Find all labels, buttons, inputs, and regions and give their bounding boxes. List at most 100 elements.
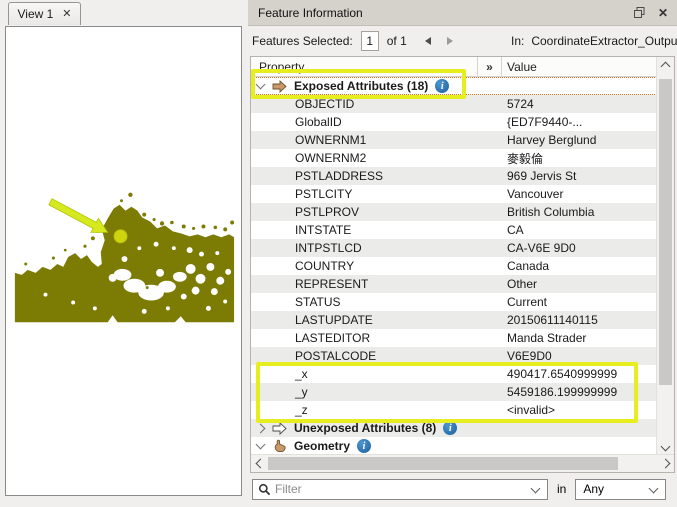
property-name: _x (251, 367, 502, 381)
scroll-right-icon[interactable] (659, 456, 674, 471)
map-view-canvas[interactable] (5, 26, 242, 496)
property-value: Canada (502, 259, 657, 273)
property-value: 麥毅倫 (502, 150, 657, 167)
in-label: In: (511, 34, 524, 48)
exposed-attributes-icon (272, 79, 287, 94)
scope-dropdown-chevron-icon[interactable] (649, 483, 659, 493)
property-name: OWNERNM2 (251, 151, 502, 165)
close-panel-button[interactable]: ✕ (653, 3, 673, 22)
float-panel-button[interactable] (629, 3, 649, 22)
property-name: REPRESENT (251, 277, 502, 291)
application-window: View 1 ✕ (0, 0, 677, 507)
property-column-header[interactable]: Property (251, 57, 478, 76)
feature-type-name: CoordinateExtractor_Output (531, 34, 677, 48)
vertical-scrollbar[interactable] (656, 57, 674, 455)
expand-chevron-icon[interactable] (256, 423, 266, 433)
previous-feature-icon[interactable] (425, 37, 431, 45)
filter-dropdown-chevron-icon[interactable] (531, 483, 541, 493)
more-columns-icon[interactable]: » (478, 57, 502, 76)
info-icon[interactable]: i (357, 439, 371, 453)
property-name: OBJECTID (251, 97, 502, 111)
group-label: Exposed Attributes (18) (294, 79, 428, 93)
feature-information-panel: Feature Information ✕ Features Selected:… (248, 0, 677, 507)
property-value: Vancouver (502, 187, 657, 201)
property-value: V6E9D0 (502, 349, 657, 363)
attribute-row[interactable]: GlobalID{ED7F9440-... (251, 113, 657, 131)
property-name: INTSTATE (251, 223, 502, 237)
attribute-row[interactable]: _x490417.6540999999 (251, 365, 657, 383)
vertical-scrollbar-thumb[interactable] (659, 79, 672, 385)
property-value: 969 Jervis St (502, 169, 657, 183)
property-value: Manda Strader (502, 331, 657, 345)
unexposed-attributes-icon (272, 421, 287, 436)
features-selected-label: Features Selected: (252, 34, 353, 48)
attribute-row[interactable]: _y5459186.199999999 (251, 383, 657, 401)
attribute-row[interactable]: PSTLPROVBritish Columbia (251, 203, 657, 221)
property-name: PSTLCITY (251, 187, 502, 201)
tree-rows: Exposed Attributes (18)iOBJECTID5724Glob… (251, 77, 657, 455)
feature-selection-toolbar: Features Selected: 1 of 1 In: Coordinate… (248, 26, 677, 55)
attribute-row[interactable]: STATUSCurrent (251, 293, 657, 311)
collapse-chevron-icon[interactable] (256, 80, 266, 90)
attribute-row[interactable]: LASTEDITORManda Strader (251, 329, 657, 347)
value-column-header[interactable]: Value (502, 60, 657, 74)
property-value: British Columbia (502, 205, 657, 219)
tab-view-1-label: View 1 (17, 7, 53, 21)
attribute-row[interactable]: OWNERNM1Harvey Berglund (251, 131, 657, 149)
scroll-down-icon[interactable] (658, 440, 673, 455)
info-icon[interactable]: i (435, 79, 449, 93)
search-icon (258, 483, 271, 496)
property-table: Property » Value Exposed Attributes (18)… (250, 56, 675, 473)
property-name: PSTLADDRESS (251, 169, 502, 183)
horizontal-scrollbar-thumb[interactable] (268, 457, 618, 470)
tab-close-icon[interactable]: ✕ (62, 9, 71, 20)
property-value: 20150611140115 (502, 313, 657, 327)
attribute-row[interactable]: OWNERNM2麥毅倫 (251, 149, 657, 167)
attribute-row[interactable]: INTPSTLCDCA-V6E 9D0 (251, 239, 657, 257)
scroll-up-icon[interactable] (658, 57, 673, 72)
property-value: CA (502, 223, 657, 237)
collapse-chevron-icon[interactable] (256, 440, 266, 450)
info-icon[interactable]: i (443, 421, 457, 435)
property-table-content: Property » Value Exposed Attributes (18)… (251, 57, 657, 455)
filter-combobox[interactable] (252, 479, 548, 500)
property-value: {ED7F9440-... (502, 115, 657, 129)
selected-feature-marker[interactable] (114, 230, 127, 243)
group-label: Geometry (294, 439, 350, 453)
attribute-row[interactable]: LASTUPDATE20150611140115 (251, 311, 657, 329)
attribute-row[interactable]: _z<invalid> (251, 401, 657, 419)
property-name: LASTUPDATE (251, 313, 502, 327)
attribute-row[interactable]: POSTALCODEV6E9D0 (251, 347, 657, 365)
table-header-row: Property » Value (251, 57, 657, 77)
annotation-arrow-icon (49, 199, 108, 233)
next-feature-icon[interactable] (447, 37, 453, 45)
feature-index-input[interactable]: 1 (361, 31, 379, 51)
tab-view-1[interactable]: View 1 ✕ (8, 2, 81, 25)
property-value: Current (502, 295, 657, 309)
attribute-row[interactable]: REPRESENTOther (251, 275, 657, 293)
attribute-row[interactable]: PSTLCITYVancouver (251, 185, 657, 203)
filter-input[interactable] (271, 482, 528, 496)
filter-scope-dropdown[interactable]: Any (575, 479, 666, 500)
attribute-row[interactable]: PSTLADDRESS969 Jervis St (251, 167, 657, 185)
feature-count-label: of 1 (387, 34, 407, 48)
point-cloud-blob (15, 193, 234, 323)
attribute-row[interactable]: OBJECTID5724 (251, 95, 657, 113)
property-value: CA-V6E 9D0 (502, 241, 657, 255)
attribute-row[interactable]: INTSTATECA (251, 221, 657, 239)
property-name: INTPSTLCD (251, 241, 502, 255)
property-name: _y (251, 385, 502, 399)
attribute-row[interactable]: COUNTRYCanada (251, 257, 657, 275)
scroll-left-icon[interactable] (251, 456, 266, 471)
property-name: COUNTRY (251, 259, 502, 273)
point-cloud-map (6, 27, 241, 495)
group-label: Unexposed Attributes (8) (294, 421, 436, 435)
group-row-exposed[interactable]: Exposed Attributes (18) i (251, 77, 657, 95)
float-window-icon (633, 6, 646, 19)
group-row-unexposed[interactable]: Unexposed Attributes (8) i (251, 419, 657, 437)
close-icon: ✕ (658, 6, 668, 20)
horizontal-scrollbar[interactable] (251, 454, 674, 472)
property-name: GlobalID (251, 115, 502, 129)
group-row-geometry[interactable]: Geometry i (251, 437, 657, 455)
property-value: Harvey Berglund (502, 133, 657, 147)
